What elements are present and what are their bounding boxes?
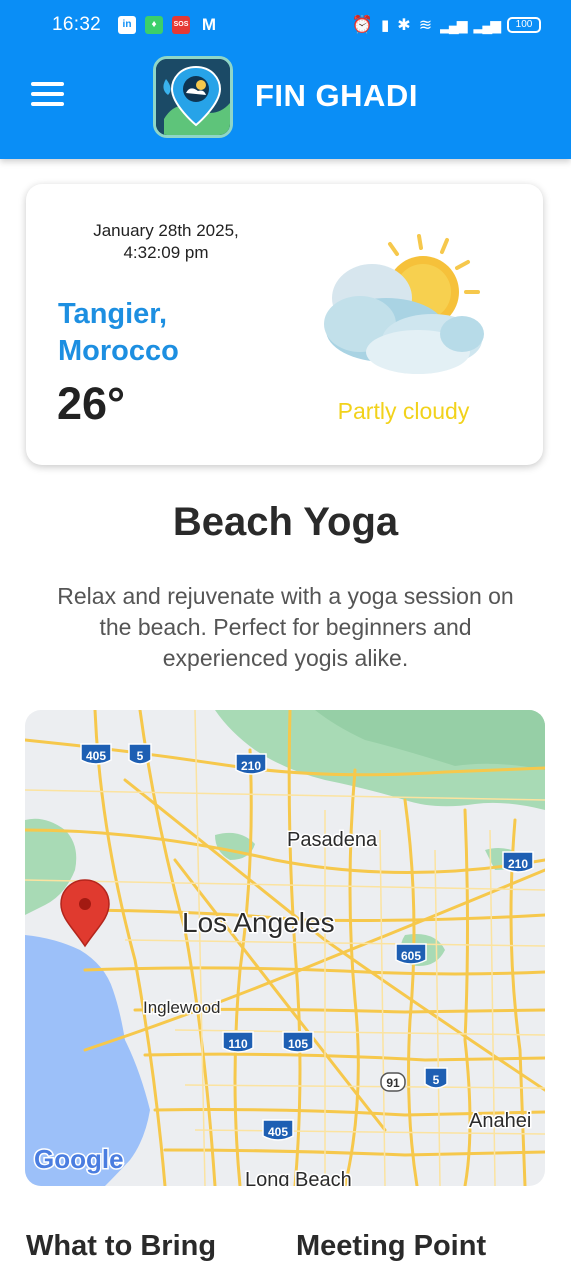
location-marker-icon[interactable] (60, 879, 110, 948)
wifi-icon: ≋ (418, 17, 433, 34)
i210-shield: 210 (502, 851, 534, 873)
weather-condition: Partly cloudy (337, 398, 470, 424)
sr91-shield: 91 (380, 1072, 406, 1092)
shield-label: 405 (268, 1125, 288, 1139)
city-line: Tangier, (58, 298, 168, 330)
linkedin-icon: in (118, 16, 136, 34)
signal-icon: ▂▄▆ (440, 16, 467, 33)
shield-label: 105 (288, 1037, 308, 1051)
sos-icon: SOS (172, 16, 190, 34)
bluetooth-icon: ✱ (397, 17, 411, 34)
time-line: 4:32:09 pm (123, 243, 209, 262)
map-label-inglewood: Inglewood (143, 998, 221, 1017)
country-line: Morocco (58, 335, 179, 367)
status-right-icons: ⏰ ▮ ✱ ≋ ▂▄▆ ▂▄▆ 100 (352, 14, 541, 36)
shield-label: 210 (508, 857, 528, 871)
status-time: 16:32 (52, 14, 102, 35)
shield-label: 110 (228, 1037, 248, 1051)
i5-shield: 5 (424, 1067, 448, 1089)
map-view[interactable]: 405 5 210 210 605 110 105 91 5 405 Pasad… (25, 710, 545, 1186)
map-label-los-angeles: Los Angeles (182, 907, 335, 938)
battery-icon: 100 (507, 17, 541, 33)
map-label-pasadena: Pasadena (287, 829, 378, 851)
app-title: FIN GHADI (255, 78, 418, 113)
alarm-icon: ⏰ (351, 15, 374, 34)
app-notification-icon: ♦ (145, 16, 163, 34)
status-bar: 16:32 in ♦ SOS M ⏰ ▮ ✱ ≋ ▂▄▆ ▂▄▆ 100 (0, 0, 571, 52)
shield-label: 405 (86, 749, 106, 763)
app-bar: 16:32 in ♦ SOS M ⏰ ▮ ✱ ≋ ▂▄▆ ▂▄▆ 100 FIN… (0, 0, 571, 159)
what-to-bring-heading: What to Bring (26, 1230, 217, 1262)
i405-shield: 405 (80, 743, 112, 765)
i605-shield: 605 (395, 943, 427, 965)
gmail-icon: M (201, 15, 217, 34)
city-name: Tangier, Morocco (58, 296, 179, 370)
date-time: January 28th 2025, 4:32:09 pm (46, 220, 286, 264)
weather-card: January 28th 2025, 4:32:09 pm Tangier, M… (26, 184, 543, 465)
i110-shield: 110 (222, 1031, 254, 1053)
i405-shield: 405 (262, 1119, 294, 1141)
shield-label: 5 (433, 1073, 440, 1087)
us5-shield: 5 (128, 743, 152, 765)
activity-description: Relax and rejuvenate with a yoga session… (57, 583, 514, 671)
map-label-long-beach: Long Beach (245, 1169, 352, 1186)
shield-label: 210 (241, 759, 261, 773)
app-logo (153, 56, 233, 138)
meeting-point-heading: Meeting Point (296, 1230, 487, 1262)
temperature: 26° (57, 378, 126, 429)
shield-label: 5 (137, 749, 144, 763)
signal-icon: ▂▄▆ (473, 16, 501, 33)
partly-cloudy-icon (322, 230, 488, 376)
date-line: January 28th 2025, (93, 221, 239, 240)
shield-label: 605 (401, 949, 421, 963)
map-label-anaheim: Anahei (469, 1110, 531, 1132)
vibrate-icon: ▮ (381, 17, 390, 34)
i210-shield: 210 (235, 753, 267, 775)
menu-button[interactable] (31, 82, 64, 108)
google-logo: Google (34, 1144, 124, 1174)
activity-title: Beach Yoga (172, 500, 399, 544)
shield-label: 91 (386, 1076, 400, 1090)
i105-shield: 105 (282, 1031, 314, 1053)
